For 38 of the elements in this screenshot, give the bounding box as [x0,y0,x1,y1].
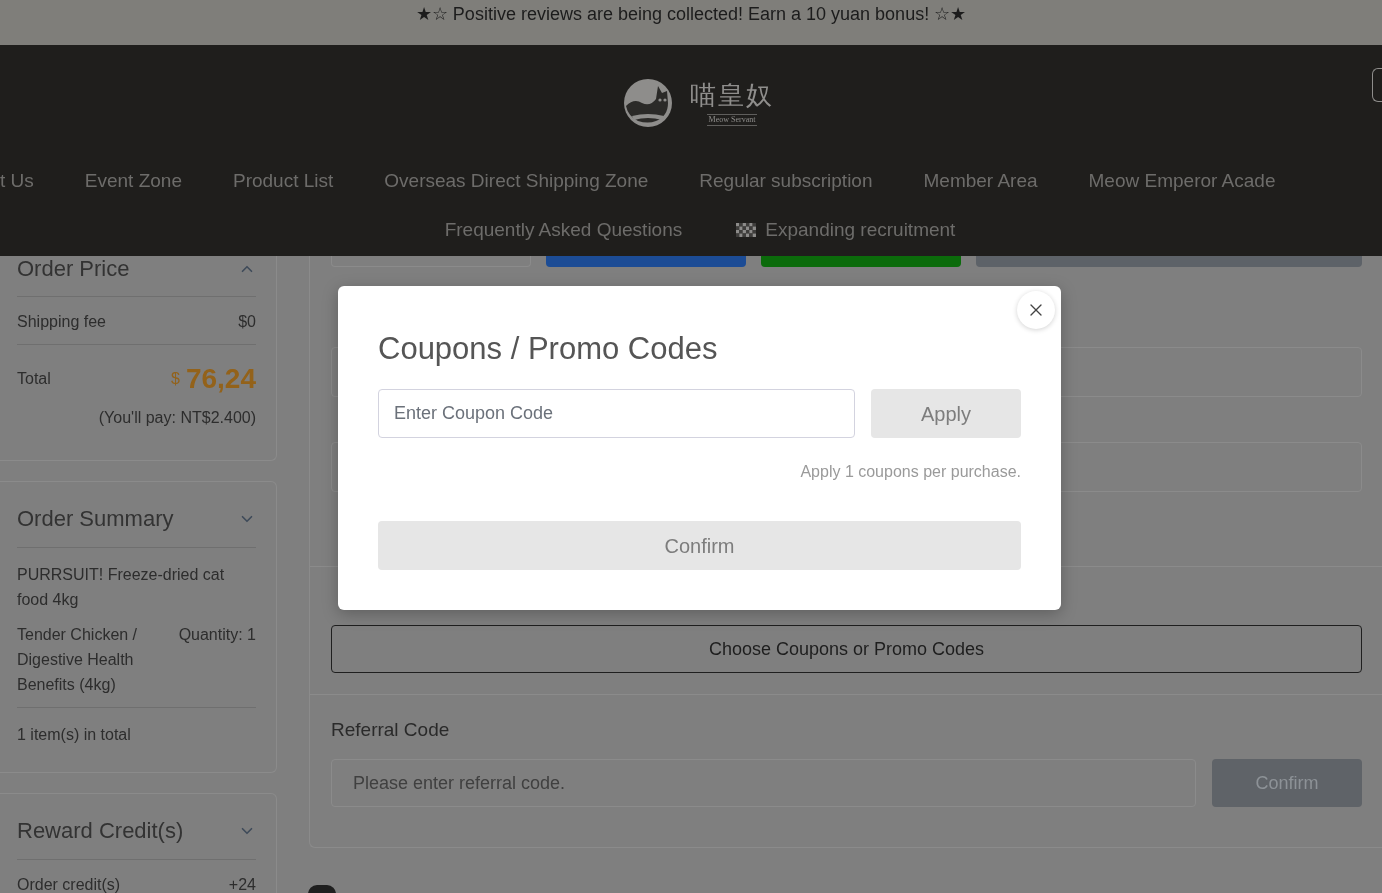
nav-link[interactable]: Event Zone [84,169,182,193]
nav-link[interactable]: Frequently Asked Questions [444,218,683,242]
input-field[interactable] [331,256,531,267]
close-button[interactable] [1017,291,1055,329]
dialog-title: Coupons / Promo Codes [378,330,719,368]
payment-note: (You'll pay: NT$2.400) [98,408,256,428]
row-value: +24 [228,875,256,893]
announcement-text: ★☆ Positive reviews are being collected! Earn a 10 yuan bonus! ☆★ [415,3,967,26]
logo-title: 喵皇奴 [690,79,774,112]
nav-link[interactable]: Product List [232,169,334,193]
row-value: $0 [238,312,256,332]
product-name: PURRSUIT! Freeze-dried cat food 4kg [17,565,226,610]
coupon-code-input[interactable]: Enter Coupon Code [378,389,855,438]
nav-link[interactable]: Expanding recruitment [765,218,956,242]
header-button-edge[interactable] [1372,68,1382,102]
item-count: 1 item(s) in total [17,726,131,743]
total-label: Total [17,369,51,389]
currency-symbol: $ [171,369,180,389]
row-label: Shipping fee [17,312,106,332]
row-label: Order credit(s) [17,875,121,893]
nav-link[interactable]: t Us [0,169,34,193]
nav-link[interactable]: Overseas Direct Shipping Zone [384,169,649,193]
referral-label: Referral Code [331,718,451,742]
nav-link[interactable]: Member Area [923,169,1038,193]
card-title: Order Price [17,255,130,283]
product-variant: Tender Chicken / Digestive Health Benefits (4kg) [17,625,139,695]
nav-link[interactable]: Meow Emperor Acade [1088,169,1276,193]
logo-tagline: Meow Servant [706,114,758,126]
cat-logo-icon [622,76,674,128]
choose-coupons-button[interactable]: Choose Coupons or Promo Codes [331,625,1362,673]
nav-link[interactable]: Regular subscription [699,169,873,193]
total-amount: 76,24 [185,362,256,396]
referral-code-input[interactable]: Please enter referral code. [331,759,1196,807]
product-quantity: Quantity: 1 [178,625,256,645]
coupon-limit-note: Apply 1 coupons per purchase. [800,462,1021,482]
card-title: Reward Credit(s) [17,817,184,845]
checkered-icon [736,223,757,237]
card-title: Order Summary [17,505,174,533]
